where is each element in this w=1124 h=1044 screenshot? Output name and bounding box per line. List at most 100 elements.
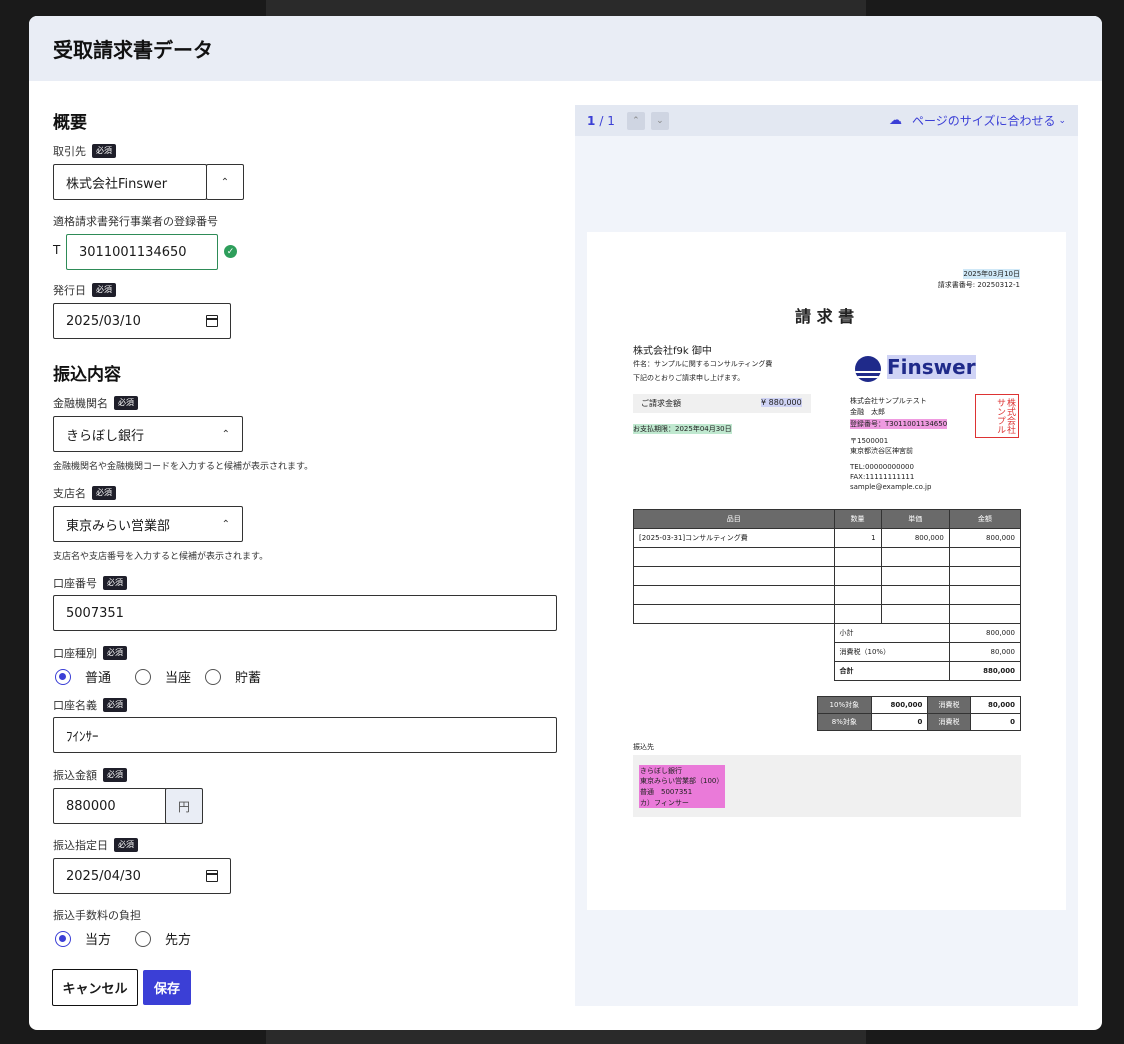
amount-label-invoice: ご請求金額	[641, 399, 681, 408]
addressee: 株式会社f9k 御中	[633, 346, 712, 357]
partner-toggle-button[interactable]: ⌃	[206, 164, 244, 200]
account-type-label: 口座種別 必須	[53, 645, 127, 661]
fee-label: 振込手数料の負担	[53, 909, 141, 922]
issuer-address: 東京都渋谷区神宮前	[850, 447, 913, 455]
issuer-fax: FAX:11111111111	[850, 473, 915, 481]
registration-prefix: T	[53, 243, 61, 257]
account-type-radio-savings[interactable]	[205, 668, 221, 685]
lead-text: 下記のとおりご請求申し上げます。	[633, 374, 745, 382]
account-type-group: 普通 当座 貯蓄	[55, 667, 261, 686]
account-type-radio-normal[interactable]	[55, 668, 71, 685]
fee-radio-ours[interactable]	[55, 930, 71, 947]
subtotal-row: 小計 800,000	[634, 623, 1022, 643]
next-page-button[interactable]: ⌄	[650, 111, 669, 130]
invoice-date: 2025年03月10日	[963, 269, 1020, 279]
account-name-input[interactable]: ﾌｲﾝｻｰ	[53, 717, 557, 753]
account-number-input[interactable]: 5007351	[53, 595, 557, 631]
issue-date-label: 発行日 必須	[53, 282, 116, 298]
payee-line: きらぼし銀行	[640, 767, 682, 775]
required-badge: 必須	[92, 144, 116, 158]
table-row	[633, 566, 1022, 586]
amount-unit: 円	[165, 788, 203, 824]
amount-label: 振込金額 必須	[53, 767, 127, 783]
header-price: 単価	[880, 509, 950, 529]
bank-hint: 金融機関名や金融機関コードを入力すると候補が表示されます。	[53, 462, 314, 472]
partner-input[interactable]: 株式会社Finswer	[53, 164, 207, 200]
chevron-up-icon: ⌃	[220, 176, 230, 188]
issuer-postal: 〒1500001	[850, 437, 889, 445]
account-name-label: 口座名義 必須	[53, 697, 127, 713]
header-qty: 数量	[833, 509, 882, 529]
table-row	[633, 604, 1022, 624]
bank-select[interactable]: きらぼし銀行 ⌃	[53, 416, 243, 452]
finswer-logo-text: Finswer	[887, 355, 976, 379]
items-table: 品目 数量 単価 金額 [2025-03-31]コンサルティング費 1 800,…	[633, 509, 1022, 681]
payee-title: 振込先	[633, 743, 654, 751]
chevron-down-icon: ⌄	[1058, 115, 1066, 126]
account-type-radio-checking[interactable]	[135, 668, 151, 685]
transfer-date-input[interactable]: 2025/04/30	[53, 858, 231, 894]
account-type-option: 普通	[85, 671, 112, 686]
fee-group: 当方 先方	[55, 929, 191, 948]
invoice-page: 2025年03月10日 請求書番号: 20250312-1 請 求 書 株式会社…	[587, 232, 1066, 910]
fee-radio-theirs[interactable]	[135, 930, 151, 947]
modal-header: 受取請求書データ	[29, 16, 1102, 81]
account-type-option: 貯蓄	[235, 671, 262, 686]
page-current: 1	[587, 113, 596, 128]
calendar-icon[interactable]	[206, 315, 218, 327]
amount-value-invoice: ¥ 880,000	[761, 398, 802, 407]
amount-input[interactable]: 880000	[53, 788, 167, 824]
issuer-email: sample@example.co.jp	[850, 483, 932, 491]
invoice-preview: 1 / 1 ⌃ ⌄ ☁ ページのサイズに合わせる ⌄ 2025年03月10日 請…	[575, 105, 1078, 1006]
prev-page-button[interactable]: ⌃	[626, 111, 645, 130]
fit-page-dropdown[interactable]: ページのサイズに合わせる	[912, 112, 1055, 129]
invoice-number: 請求書番号: 20250312-1	[937, 281, 1020, 289]
header-item: 品目	[633, 509, 835, 529]
issuer-company: 株式会社サンプルテスト	[850, 397, 927, 405]
branch-label: 支店名 必須	[53, 485, 116, 501]
chevron-up-icon: ⌃	[221, 428, 230, 440]
payee-line: 東京みらい営業部（100）	[640, 777, 724, 785]
table-row: 8%対象 0 消費税 0	[817, 713, 1022, 731]
issuer-person: 金融 太郎	[850, 408, 885, 416]
transfer-title: 振込内容	[53, 365, 121, 385]
table-row: [2025-03-31]コンサルティング費 1 800,000 800,000	[633, 528, 1022, 548]
table-row	[633, 547, 1022, 567]
tax-row: 消費税（10%） 80,000	[634, 642, 1022, 662]
branch-hint: 支店名や支店番号を入力すると候補が表示されます。	[53, 552, 269, 562]
due-date: お支払期限：2025年04月30日	[633, 424, 732, 434]
payee-line: 普通 5007351	[640, 788, 693, 796]
invoice-modal: 受取請求書データ 概要 取引先 必須 株式会社Finswer ⌃ 適格請求書発行事…	[29, 16, 1102, 1030]
finswer-logo-icon	[855, 356, 881, 382]
transfer-date-label: 振込指定日 必須	[53, 837, 138, 853]
table-row	[633, 585, 1022, 605]
invoice-title: 請 求 書	[795, 307, 855, 326]
total-row: 合計 880,000	[634, 661, 1022, 681]
tax-breakdown-table: 10%対象 800,000 消費税 80,000 8%対象 0 消費税 0	[817, 696, 1022, 731]
header-amount: 金額	[948, 509, 1022, 529]
registration-label: 適格請求書発行事業者の登録番号	[53, 215, 218, 228]
issue-date-input[interactable]: 2025/03/10	[53, 303, 231, 339]
modal-title: 受取請求書データ	[53, 38, 213, 62]
check-icon: ✓	[224, 245, 237, 258]
branch-select[interactable]: 東京みらい営業部 ⌃	[53, 506, 243, 542]
overview-title: 概要	[53, 113, 87, 133]
chevron-up-icon: ⌃	[221, 518, 230, 530]
issuer-tel: TEL:00000000000	[850, 463, 914, 471]
issuer-registration: 登録番号：T3011001134650	[850, 419, 948, 429]
partner-label: 取引先 必須	[53, 143, 116, 159]
preview-toolbar: 1 / 1 ⌃ ⌄ ☁ ページのサイズに合わせる ⌄	[575, 105, 1078, 136]
cancel-button[interactable]: キャンセル	[52, 969, 138, 1006]
fee-option: 先方	[165, 933, 192, 948]
company-seal: 株式会社サンプル	[975, 394, 1019, 438]
subject: 件名：サンプルに関するコンサルティング費	[633, 360, 773, 368]
calendar-icon[interactable]	[206, 870, 218, 882]
save-button[interactable]: 保存	[143, 970, 191, 1005]
download-icon[interactable]: ☁	[889, 113, 902, 128]
account-type-option: 当座	[165, 671, 192, 686]
registration-number-input[interactable]: 3011001134650	[66, 234, 218, 270]
page-total: / 1	[599, 113, 615, 128]
table-row: 10%対象 800,000 消費税 80,000	[817, 696, 1022, 714]
bank-label: 金融機関名 必須	[53, 395, 138, 411]
fee-option: 当方	[85, 933, 112, 948]
